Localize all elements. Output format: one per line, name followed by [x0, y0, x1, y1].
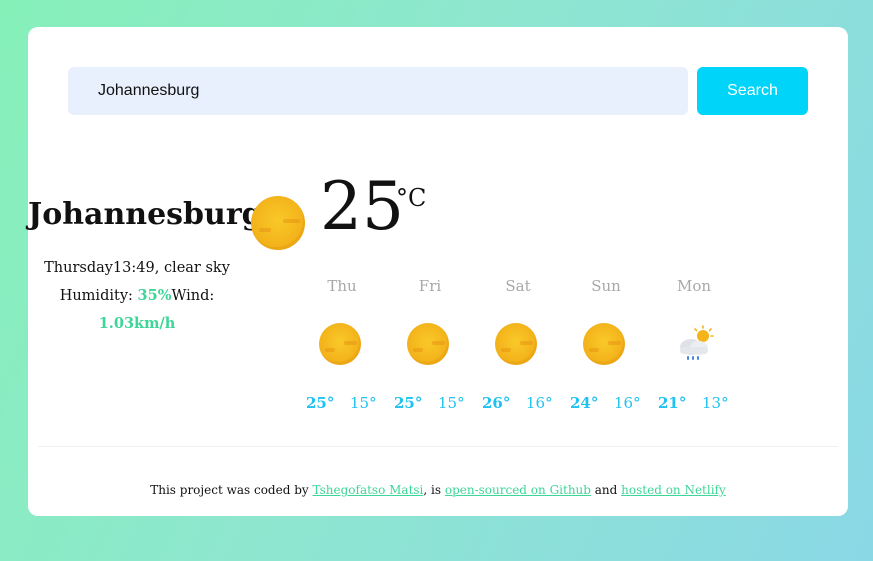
temperature-unit: °C — [396, 184, 427, 212]
humidity-wind-line: Humidity: 35%Wind: — [28, 282, 246, 310]
forecast-day: Sun 24° 16° — [562, 277, 650, 417]
forecast-day: Sat 26° 16° — [474, 277, 562, 417]
sun-icon — [583, 323, 625, 365]
current-temperature: 25 — [320, 168, 404, 245]
forecast-high: 25° — [394, 394, 423, 412]
wind-label: Wind: — [171, 288, 215, 304]
forecast-day: Thu 25° 15° — [298, 277, 386, 417]
forecast-low: 13° — [702, 394, 729, 412]
sun-icon — [319, 323, 361, 365]
wind-value: 1.03km/h — [98, 315, 176, 332]
cloud-rain-sun-icon — [680, 325, 714, 360]
author-link[interactable]: Tshegofatso Matsi — [312, 483, 423, 497]
footer-middle: , is — [423, 483, 445, 497]
forecast-day-name: Thu — [327, 277, 357, 295]
forecast-low: 16° — [614, 394, 641, 412]
sun-icon — [251, 196, 305, 250]
forecast-day-name: Mon — [676, 277, 712, 295]
weather-card: Search Johannesburg Thursday13:49, clear… — [28, 27, 848, 516]
github-link[interactable]: open-sourced on Github — [445, 483, 591, 497]
forecast-high: 25° — [306, 394, 335, 412]
humidity-value: 35% — [137, 287, 172, 304]
forecast-low: 16° — [526, 394, 553, 412]
divider — [38, 446, 838, 447]
forecast: Thu 25° 15° Fri 25° 15° Sat 26° 16° Sun … — [298, 277, 738, 417]
weather-details: Thursday13:49, clear sky Humidity: 35%Wi… — [28, 254, 246, 338]
netlify-link[interactable]: hosted on Netlify — [621, 483, 726, 497]
datetime-description: Thursday13:49, clear sky — [44, 260, 230, 276]
footer: This project was coded by Tshegofatso Ma… — [28, 483, 848, 497]
humidity-label: Humidity: — [59, 288, 138, 304]
search-input[interactable] — [68, 67, 688, 115]
forecast-day-name: Sat — [505, 277, 531, 295]
footer-and: and — [590, 483, 622, 497]
search-form: Search — [68, 67, 808, 115]
search-button[interactable]: Search — [697, 67, 808, 115]
city-name: Johannesburg — [28, 197, 263, 232]
forecast-high: 26° — [482, 394, 511, 412]
sun-icon — [495, 323, 537, 365]
forecast-day: Mon 21° 13° — [650, 277, 738, 417]
forecast-day-name: Fri — [418, 277, 442, 295]
footer-prefix: This project was coded by — [150, 483, 313, 497]
sun-icon — [407, 323, 449, 365]
forecast-low: 15° — [438, 394, 465, 412]
forecast-day: Fri 25° 15° — [386, 277, 474, 417]
forecast-day-name: Sun — [591, 277, 621, 295]
forecast-high: 21° — [658, 394, 687, 412]
forecast-high: 24° — [570, 394, 599, 412]
forecast-low: 15° — [350, 394, 377, 412]
